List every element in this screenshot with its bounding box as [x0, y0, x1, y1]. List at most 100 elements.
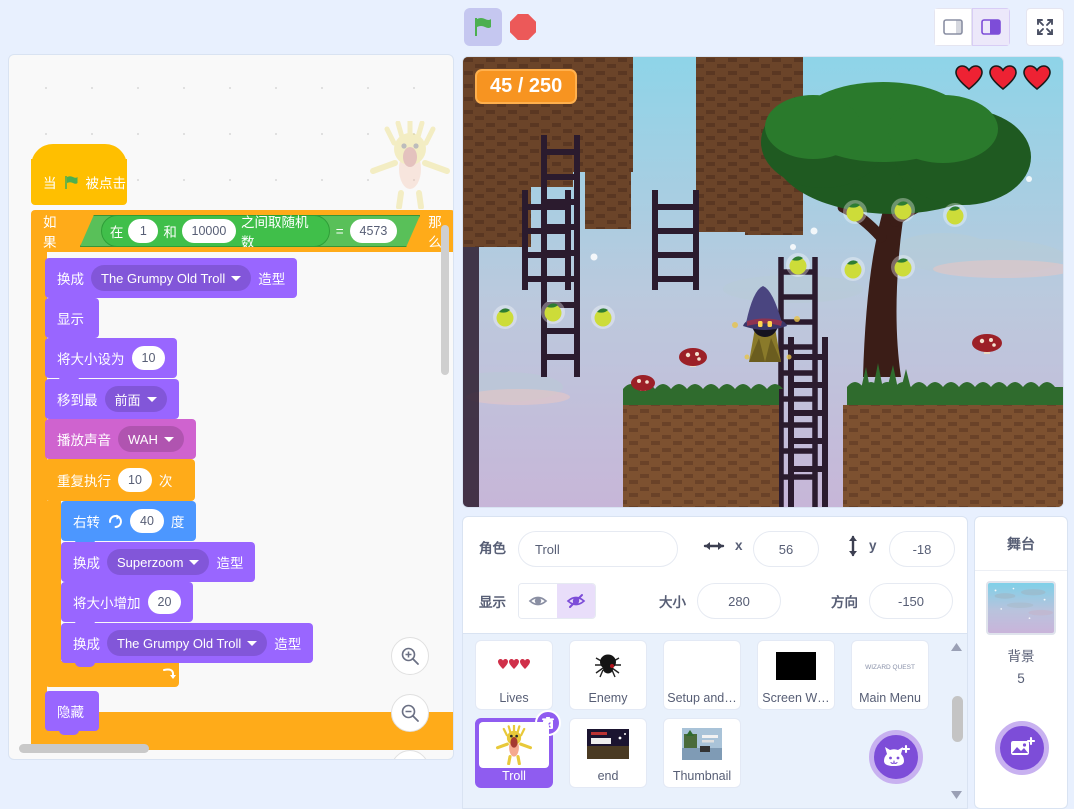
size-input[interactable]: 10 [132, 346, 166, 370]
scroll-down-arrow-icon[interactable] [950, 790, 963, 800]
y-position-icon [845, 534, 861, 558]
green-flag-button[interactable] [464, 8, 502, 46]
degrees-input[interactable]: 40 [130, 509, 164, 533]
code-workspace[interactable]: 当 被点击 如果 在 1 和 10000 之间取随机数 [8, 54, 454, 760]
add-backdrop-button[interactable] [995, 721, 1049, 775]
sprite-item-troll[interactable]: Troll [475, 718, 553, 788]
large-stage-button[interactable] [972, 8, 1010, 46]
loop-arrow-icon [161, 665, 179, 683]
stage-view[interactable]: 45 / 250 [462, 56, 1064, 508]
block-prefix-label: 换成 [73, 552, 100, 572]
sound-dropdown[interactable]: WAH [118, 426, 184, 452]
zoom-out-button[interactable] [391, 694, 429, 732]
sprite-item-screen-wipe[interactable]: Screen W… [757, 640, 835, 710]
workspace-vertical-scrollbar[interactable] [441, 225, 449, 375]
block-when-flag-clicked[interactable]: 当 被点击 [31, 159, 127, 205]
if-condition-row: 如果 在 1 和 10000 之间取随机数 = 4573 那么 [31, 210, 454, 252]
sprite-thumbnail: WIZARD QUEST [852, 641, 928, 691]
stage-selector-panel[interactable]: 舞台 背景 5 [974, 516, 1068, 809]
scroll-up-arrow-icon[interactable] [950, 642, 963, 652]
top-toolbar [0, 0, 1074, 54]
block-go-to-front-layer[interactable]: 移到最 前面 [45, 379, 179, 419]
random-min-input[interactable]: 1 [128, 219, 158, 243]
svg-text:WIZARD QUEST: WIZARD QUEST [865, 664, 915, 671]
sprite-item-end[interactable]: end [569, 718, 647, 788]
zoom-reset-icon [400, 759, 420, 760]
block-prefix-label: 重复执行 [57, 470, 111, 490]
costume-dropdown-2[interactable]: Superzoom [107, 549, 209, 575]
sprite-name: Thumbnail [673, 769, 731, 783]
equals-value-input[interactable]: 4573 [350, 219, 398, 243]
sprite-item-setup[interactable]: Setup and… [663, 640, 741, 710]
workspace-horizontal-scrollbar[interactable] [19, 744, 149, 753]
costume-dropdown-3[interactable]: The Grumpy Old Troll [107, 630, 267, 656]
backdrop-preview-icon [988, 583, 1054, 633]
block-switch-costume-3[interactable]: 换成 The Grumpy Old Troll 造型 [61, 623, 313, 663]
random-max-input[interactable]: 10000 [182, 219, 236, 243]
sprite-name: Screen W… [762, 691, 829, 705]
block-prefix-label: 移到最 [57, 389, 98, 409]
show-sprite-button[interactable] [519, 584, 557, 618]
equals-operator-label: = [336, 224, 344, 239]
chevron-down-icon [147, 397, 157, 402]
block-switch-costume-1[interactable]: 换成 The Grumpy Old Troll 造型 [45, 258, 297, 298]
sprite-name: Troll [502, 769, 526, 783]
layer-dropdown[interactable]: 前面 [105, 386, 167, 412]
show-label: 显示 [479, 591, 506, 611]
sprite-item-main-menu[interactable]: WIZARD QUEST Main Menu [851, 640, 929, 710]
backdrop-thumbnail[interactable] [986, 581, 1056, 635]
sprite-thumbnail [758, 641, 834, 691]
size-input[interactable]: 280 [697, 583, 781, 619]
block-suffix-label: 造型 [258, 268, 285, 288]
small-stage-layout-icon [943, 19, 963, 35]
sprite-item-enemy[interactable]: Enemy [569, 640, 647, 710]
zoom-in-button[interactable] [391, 637, 429, 675]
hide-sprite-button[interactable] [557, 584, 595, 618]
block-turn-right[interactable]: 右转 40 度 [61, 501, 196, 541]
hearts-icon [497, 653, 531, 679]
block-suffix-label: 造型 [216, 552, 243, 572]
block-play-sound[interactable]: 播放声音 WAH [45, 419, 196, 459]
block-repeat[interactable]: 重复执行 10 次 [45, 459, 172, 501]
sprite-thumbnail [479, 722, 549, 768]
scratch-editor: 当 被点击 如果 在 1 和 10000 之间取随机数 [0, 0, 1074, 809]
costume-dropdown-1[interactable]: The Grumpy Old Troll [91, 265, 251, 291]
block-suffix-label: 造型 [274, 633, 301, 653]
block-pick-random[interactable]: 在 1 和 10000 之间取随机数 [101, 215, 330, 247]
repeat-left-spine [45, 501, 61, 673]
block-hide[interactable]: 隐藏 [45, 691, 99, 731]
stop-button[interactable] [508, 12, 538, 42]
block-prefix-label: 换成 [57, 268, 84, 288]
block-equals-operator[interactable]: 在 1 和 10000 之间取随机数 = 4573 [80, 215, 420, 247]
repeat-count-input[interactable]: 10 [118, 468, 152, 492]
sprite-name: Enemy [589, 691, 628, 705]
size-change-input[interactable]: 20 [148, 590, 182, 614]
sprite-item-lives[interactable]: Lives [475, 640, 553, 710]
y-label: y [869, 538, 877, 553]
lives-display [955, 65, 1051, 91]
sprite-thumbnail [570, 641, 646, 691]
y-input[interactable]: -18 [889, 531, 955, 567]
end-screen-icon [587, 729, 629, 759]
block-show[interactable]: 显示 [45, 298, 99, 338]
block-set-size-to[interactable]: 将大小设为 10 [45, 338, 177, 378]
sprite-list-scrollbar[interactable] [952, 696, 963, 742]
block-change-size-by[interactable]: 将大小增加 20 [61, 582, 193, 622]
x-input[interactable]: 56 [753, 531, 819, 567]
repeat-foot [45, 661, 179, 687]
block-suffix-label: 次 [159, 470, 173, 490]
sprite-thumbnail [476, 641, 552, 691]
sprite-thumbnail [570, 719, 646, 769]
block-switch-costume-2[interactable]: 换成 Superzoom 造型 [61, 542, 255, 582]
fullscreen-button[interactable] [1026, 8, 1064, 46]
sprite-name: end [598, 769, 619, 783]
dropdown-value: 前面 [115, 390, 141, 409]
small-stage-button[interactable] [934, 8, 972, 46]
direction-input[interactable]: -150 [869, 583, 953, 619]
sprite-name: Main Menu [859, 691, 921, 705]
large-stage-layout-icon [981, 19, 1001, 35]
sprite-item-thumbnail[interactable]: Thumbnail [663, 718, 741, 788]
dropdown-value: The Grumpy Old Troll [101, 271, 225, 286]
sprite-name-input[interactable]: Troll [518, 531, 678, 567]
add-sprite-button[interactable] [869, 730, 923, 784]
